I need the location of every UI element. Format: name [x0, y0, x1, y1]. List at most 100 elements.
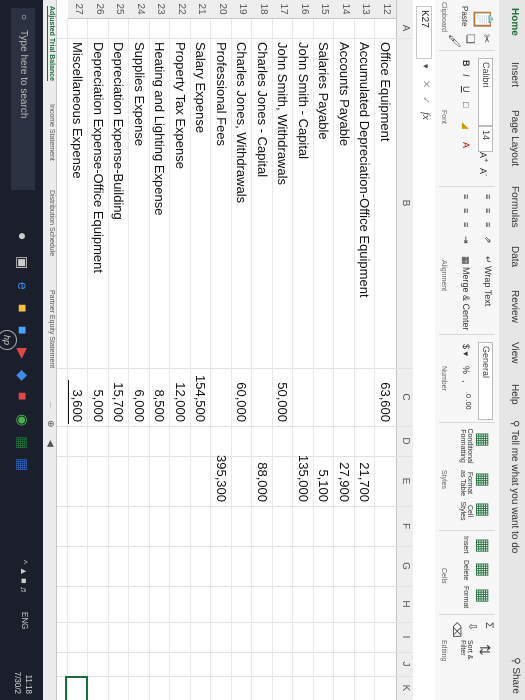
tab-formulas[interactable]: Formulas — [509, 186, 520, 228]
indent-icon[interactable]: ⇥ — [460, 236, 471, 244]
media-icon[interactable]: ▶ — [14, 348, 31, 359]
insert-label[interactable]: Insert — [462, 536, 469, 554]
word-icon[interactable]: ▦ — [14, 458, 31, 471]
microphone-icon[interactable]: ● — [15, 232, 31, 240]
debit-cell[interactable]: 15,700 — [112, 368, 127, 422]
sheet-tab-adjusted-trial-balance[interactable]: Adjusted Trial Balance — [47, 6, 55, 82]
cut-icon[interactable]: ✂ — [480, 34, 493, 43]
account-label-cell[interactable]: Charles Jones - Capital — [255, 42, 270, 177]
chrome-icon[interactable]: ◉ — [14, 414, 31, 426]
clear-icon[interactable]: ⌫ — [450, 622, 463, 638]
credit-cell[interactable]: 88,000 — [255, 440, 270, 502]
sheet-tab-distribution-schedule[interactable]: Distribution Schedule — [48, 190, 55, 256]
tab-data[interactable]: Data — [509, 246, 520, 267]
dropbox-icon[interactable]: ◆ — [14, 370, 31, 381]
account-label-cell[interactable]: Supplies Expense — [132, 42, 147, 146]
column-header-k[interactable]: K — [400, 676, 411, 700]
debit-cell[interactable]: 154,500 — [194, 368, 209, 422]
conditional-formatting-icon[interactable]: ▦ — [473, 432, 493, 447]
column-header-b[interactable]: B — [400, 38, 411, 368]
tab-home[interactable]: Home — [509, 8, 520, 36]
sheet-tab-income-statement[interactable]: Income Statement — [48, 104, 55, 161]
debit-cell[interactable]: 5,000 — [91, 368, 106, 422]
sort-filter-icon[interactable]: ⇅ — [476, 644, 493, 656]
align-center-icon[interactable]: ≡ — [461, 208, 471, 213]
cell-styles-label[interactable]: Cell Styles — [459, 498, 473, 524]
credit-cell[interactable]: 135,000 — [296, 440, 311, 502]
align-top-icon[interactable]: ≡ — [483, 194, 493, 199]
tab-view[interactable]: View — [509, 342, 520, 364]
fx-icon[interactable]: fx — [420, 112, 432, 120]
task-view-icon[interactable]: ▣ — [14, 256, 31, 269]
debit-cell[interactable]: 12,000 — [173, 368, 188, 422]
bold-button[interactable]: B — [461, 60, 471, 67]
row-header[interactable]: 22 — [170, 0, 191, 19]
worksheet-grid[interactable]: A B C D E F G H I J K 12 Office Equipment… — [57, 0, 413, 700]
account-label-cell[interactable]: Heating and Lighting Expense — [153, 42, 168, 215]
account-label-cell[interactable]: Charles Jones, Withdrawals — [235, 42, 250, 203]
credit-cell[interactable]: 21,700 — [358, 440, 373, 502]
row-header[interactable]: 18 — [252, 0, 273, 19]
font-name-select[interactable]: Calibri — [478, 58, 493, 126]
orientation-icon[interactable]: ⇗ — [482, 236, 493, 244]
tab-help[interactable]: Help — [509, 384, 520, 405]
font-size-select[interactable]: 14 — [478, 126, 493, 152]
fill-icon[interactable]: ⇩ — [466, 622, 479, 631]
tell-me-search[interactable]: ⚲ Tell me what you want to do — [509, 420, 520, 553]
align-middle-icon[interactable]: ≡ — [483, 208, 493, 213]
name-box[interactable]: K27 — [416, 6, 432, 59]
column-header-f[interactable]: F — [400, 506, 411, 546]
wrap-text-button[interactable]: ↵ Wrap Text — [482, 256, 493, 306]
font-color-icon[interactable]: A — [461, 142, 471, 148]
credit-cell[interactable]: 395,300 — [214, 440, 229, 502]
row-header[interactable]: 23 — [150, 0, 171, 19]
row-header[interactable]: 24 — [129, 0, 150, 19]
account-label-cell[interactable]: Salaries Payable — [317, 42, 332, 140]
language-indicator[interactable]: ENG — [20, 612, 29, 629]
number-format-select[interactable]: General — [478, 342, 493, 420]
account-label-cell[interactable]: John Smith, Withdrawals — [276, 42, 291, 185]
column-header-g[interactable]: G — [400, 546, 411, 586]
excel-icon[interactable]: ▦ — [14, 436, 31, 449]
row-header[interactable]: 15 — [314, 0, 335, 19]
cancel-icon[interactable]: ✕ — [420, 80, 431, 88]
app-icon[interactable]: ■ — [15, 392, 31, 400]
insert-cells-icon[interactable]: ▦ — [473, 538, 493, 553]
format-table-icon[interactable]: ▦ — [473, 472, 493, 487]
cell-styles-icon[interactable]: ▦ — [473, 502, 493, 517]
account-label-cell[interactable]: Accumulated Depreciation-Office Equipmen… — [358, 42, 373, 298]
debit-cell[interactable]: 8,500 — [153, 368, 168, 422]
format-painter-icon[interactable]: 🖌 — [448, 34, 461, 48]
account-label-cell[interactable]: Miscellaneous Expense — [71, 42, 86, 179]
column-header-i[interactable]: I — [400, 622, 411, 652]
row-header[interactable]: 19 — [232, 0, 253, 19]
sheet-tab-partner-equity-statement[interactable]: Partner Equity Statement — [48, 290, 55, 368]
tab-insert[interactable]: Insert — [509, 62, 520, 87]
row-header[interactable]: 25 — [109, 0, 130, 19]
tab-page-layout[interactable]: Page Layout — [509, 110, 520, 166]
paste-label[interactable]: Paste — [460, 6, 469, 26]
taskbar-search[interactable]: ○ Type here to search — [11, 8, 35, 190]
system-tray-icons[interactable]: ^ ▲ ■ ♬ — [19, 560, 29, 595]
tab-review[interactable]: Review — [509, 290, 520, 323]
sort-filter-label[interactable]: Sort & Filter — [459, 640, 473, 674]
merge-center-button[interactable]: ▦ Merge & Center — [460, 256, 471, 331]
file-explorer-icon[interactable]: ■ — [15, 304, 31, 312]
credit-cell[interactable]: 27,900 — [337, 440, 352, 502]
comma-button[interactable]: , — [461, 380, 471, 383]
delete-cells-icon[interactable]: ▦ — [473, 562, 493, 577]
debit-cell[interactable]: 60,000 — [235, 368, 250, 422]
selected-cell[interactable] — [65, 676, 89, 700]
account-label-cell[interactable]: Depreciation Expense-Building — [112, 42, 127, 220]
name-box-dropdown-icon[interactable]: ▾ — [420, 64, 431, 69]
column-header-c[interactable]: C — [400, 368, 411, 426]
row-header[interactable]: 26 — [88, 0, 109, 19]
column-header-e[interactable]: E — [400, 456, 411, 506]
decimal-icon[interactable]: .0 .00 — [464, 392, 471, 410]
store-icon[interactable]: ■ — [15, 326, 31, 334]
share-button[interactable]: ⚲ Share — [510, 657, 521, 694]
column-header-j[interactable]: J — [400, 652, 411, 676]
debit-cell[interactable]: 3,600 — [71, 368, 86, 422]
format-as-table-label[interactable]: Format as Table — [459, 468, 473, 498]
scroll-left-icon[interactable]: ◀ — [45, 440, 56, 447]
